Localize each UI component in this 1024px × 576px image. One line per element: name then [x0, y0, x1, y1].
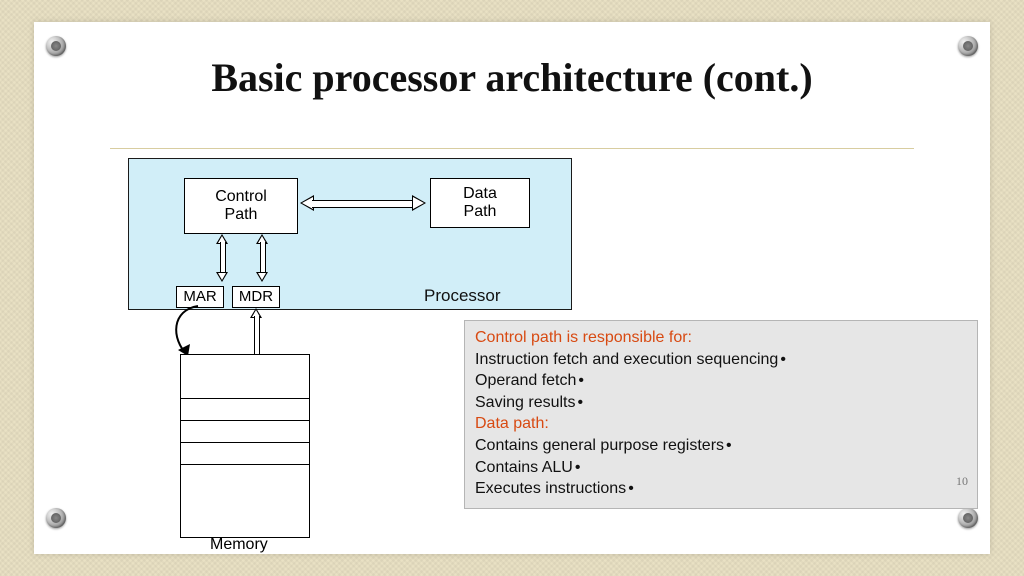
- screw-icon: [958, 508, 978, 528]
- note-heading-control: Control path is responsible for:: [475, 327, 967, 349]
- mdr-label: MDR: [239, 289, 273, 306]
- memory-cell: [181, 421, 309, 443]
- memory-cell: [181, 399, 309, 421]
- screw-icon: [46, 508, 66, 528]
- data-path-label: Data Path: [463, 185, 497, 220]
- memory-cell: [181, 355, 309, 399]
- note-item: Operand fetch: [475, 370, 967, 392]
- description-note: Control path is responsible for: Instruc…: [464, 320, 978, 509]
- control-path-box: Control Path: [184, 178, 298, 234]
- memory-cell: [181, 443, 309, 465]
- page-number: 10: [956, 474, 968, 489]
- memory-label: Memory: [210, 536, 268, 554]
- screw-icon: [46, 36, 66, 56]
- processor-label: Processor: [424, 286, 501, 306]
- mar-label: MAR: [183, 289, 216, 306]
- screw-icon: [958, 36, 978, 56]
- memory-cell: [181, 465, 309, 537]
- double-arrow-icon: [216, 234, 228, 282]
- double-arrow-icon: [256, 234, 268, 282]
- note-item: Instruction fetch and execution sequenci…: [475, 349, 967, 371]
- slide-title: Basic processor architecture (cont.): [0, 54, 1024, 101]
- title-underline: [110, 148, 914, 149]
- note-item: Saving results: [475, 392, 967, 414]
- control-path-label: Control Path: [215, 188, 267, 223]
- note-item: Contains ALU: [475, 457, 967, 479]
- note-item: Executes instructions: [475, 478, 967, 500]
- note-item: Contains general purpose registers: [475, 435, 967, 457]
- memory-stack: [180, 354, 310, 538]
- note-heading-data: Data path:: [475, 413, 967, 435]
- double-arrow-icon: [300, 195, 426, 211]
- data-path-box: Data Path: [430, 178, 530, 228]
